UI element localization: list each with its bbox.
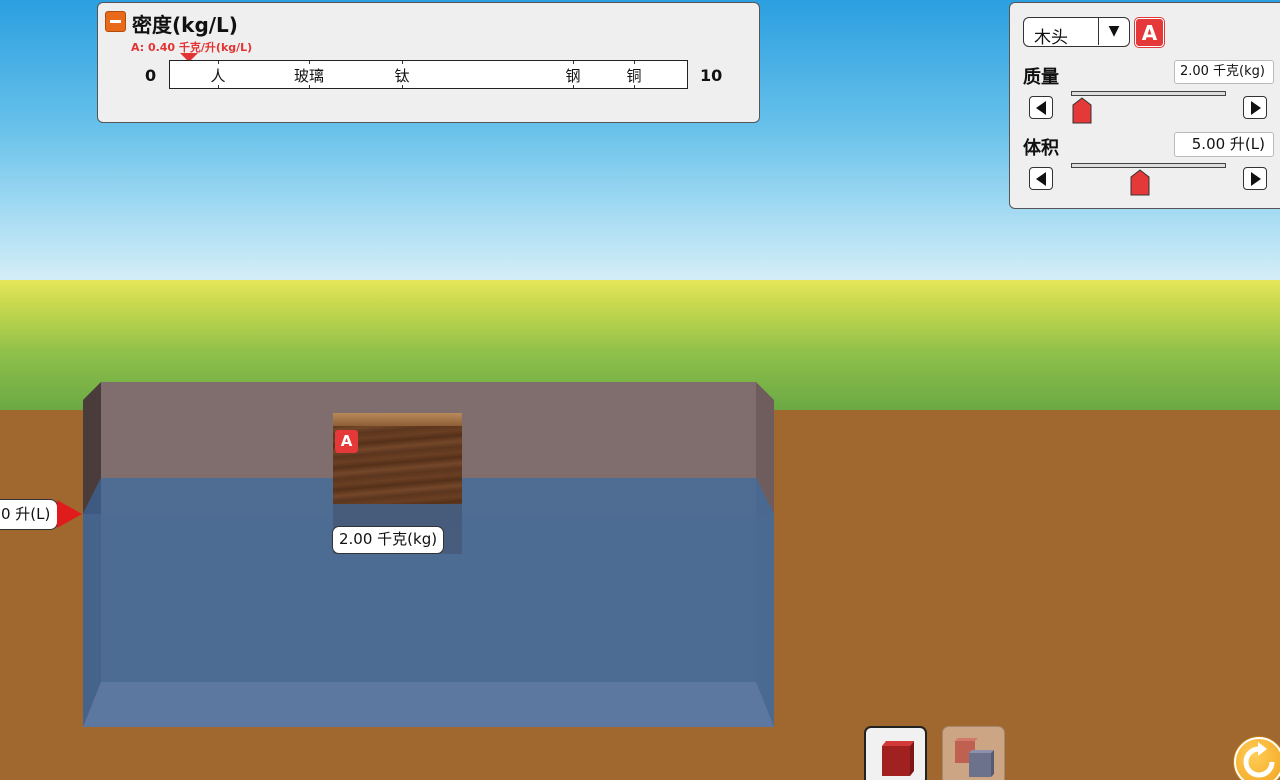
mass-increase-button[interactable] bbox=[1243, 96, 1267, 119]
two-blocks-icon bbox=[955, 738, 994, 777]
density-scale: 人 玻璃 钛 钢 铜 bbox=[169, 60, 688, 89]
block-top-face bbox=[333, 413, 462, 426]
tick-label-copper: 铜 bbox=[626, 67, 642, 85]
wood-block[interactable] bbox=[333, 413, 462, 504]
density-scale-min: 0 bbox=[145, 66, 157, 85]
volume-slider-track[interactable] bbox=[1071, 163, 1226, 168]
reset-icon bbox=[1243, 742, 1275, 778]
density-scale-max: 10 bbox=[700, 66, 723, 85]
right-arrow-icon bbox=[1251, 101, 1261, 115]
block-control-panel: 木头 ▼ A 质量 2.00 千克(kg) 体积 5.00 升(L) bbox=[1009, 2, 1280, 209]
density-tick: 人 bbox=[210, 61, 226, 90]
mass-slider-thumb[interactable] bbox=[1072, 97, 1092, 124]
block-mass-readout: 2.00 千克(kg) bbox=[332, 526, 445, 554]
single-block-mode-button[interactable] bbox=[864, 726, 927, 780]
tick-label-person: 人 bbox=[210, 67, 226, 85]
tick-label-titanium: 钛 bbox=[394, 67, 410, 85]
block-a-badge: A bbox=[1135, 18, 1164, 47]
volume-decrease-button[interactable] bbox=[1029, 167, 1053, 190]
single-block-icon bbox=[882, 741, 914, 776]
mass-label: 质量 bbox=[1023, 67, 1059, 88]
material-select-value: 木头 bbox=[1034, 28, 1068, 48]
left-arrow-icon bbox=[1036, 172, 1046, 186]
grass-background bbox=[0, 280, 1280, 412]
volume-value-field[interactable]: 5.00 升(L) bbox=[1174, 132, 1274, 157]
pool-volume-readout: 0 升(L) bbox=[0, 499, 59, 530]
density-tick: 玻璃 bbox=[294, 61, 324, 90]
volume-label: 体积 bbox=[1023, 138, 1059, 159]
ground-background bbox=[0, 410, 1280, 780]
tick-label-glass: 玻璃 bbox=[293, 67, 324, 85]
mass-value-field[interactable]: 2.00 千克(kg) bbox=[1174, 60, 1274, 84]
mass-slider-track[interactable] bbox=[1071, 91, 1226, 96]
tick-label-steel: 钢 bbox=[565, 67, 581, 85]
minus-icon[interactable] bbox=[105, 11, 126, 32]
block-badge: A bbox=[335, 430, 358, 453]
compare-blocks-mode-button[interactable] bbox=[942, 726, 1005, 780]
density-panel: 密度(kg/L) A: 0.40 千克/升(kg/L) 0 人 玻璃 钛 钢 铜… bbox=[97, 2, 760, 123]
density-tick: 铜 bbox=[626, 61, 642, 90]
density-tick: 钛 bbox=[394, 61, 410, 90]
right-arrow-icon bbox=[1251, 172, 1261, 186]
volume-increase-button[interactable] bbox=[1243, 167, 1267, 190]
density-title: 密度(kg/L) bbox=[132, 13, 238, 37]
reset-button[interactable] bbox=[1234, 737, 1280, 780]
left-arrow-icon bbox=[1036, 101, 1046, 115]
mass-decrease-button[interactable] bbox=[1029, 96, 1053, 119]
volume-slider-thumb[interactable] bbox=[1130, 169, 1150, 196]
material-select[interactable]: 木头 ▼ bbox=[1023, 17, 1130, 48]
water-level-arrow-icon bbox=[57, 500, 82, 528]
chevron-down-icon[interactable]: ▼ bbox=[1098, 18, 1129, 45]
density-tick: 钢 bbox=[565, 61, 581, 90]
